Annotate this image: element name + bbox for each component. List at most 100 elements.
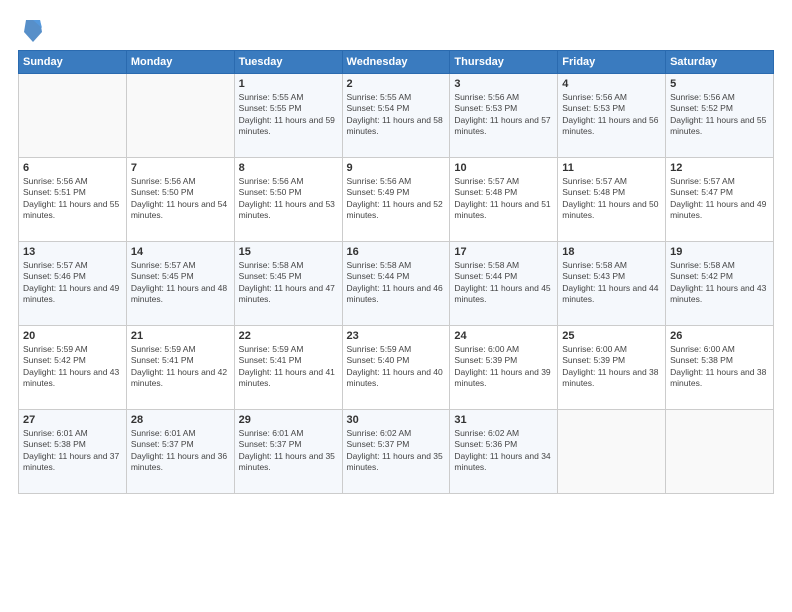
day-cell: 8Sunrise: 5:56 AMSunset: 5:50 PMDaylight… (234, 158, 342, 242)
day-number: 31 (454, 414, 553, 426)
day-info: Sunrise: 5:56 AMSunset: 5:50 PMDaylight:… (131, 176, 230, 222)
day-number: 11 (562, 162, 661, 174)
weekday-header-saturday: Saturday (666, 51, 774, 74)
day-info: Sunrise: 5:57 AMSunset: 5:46 PMDaylight:… (23, 260, 122, 306)
day-cell: 20 Sunrise: 5:59 AMSunset: 5:42 PMDayligh… (19, 326, 127, 410)
day-number: 4 (562, 78, 661, 90)
day-number: 12 (670, 162, 769, 174)
day-number: 8 (239, 162, 338, 174)
day-cell: 26 Sunrise: 6:00 AMSunset: 5:38 PMDayligh… (666, 326, 774, 410)
day-info: Sunrise: 6:00 AMSunset: 5:39 PMDaylight:… (454, 344, 553, 390)
day-cell: 18 Sunrise: 5:58 AMSunset: 5:43 PMDayligh… (558, 242, 666, 326)
day-cell: 25 Sunrise: 6:00 AMSunset: 5:39 PMDayligh… (558, 326, 666, 410)
weekday-header-tuesday: Tuesday (234, 51, 342, 74)
day-cell: 27 Sunrise: 6:01 AMSunset: 5:38 PMDayligh… (19, 410, 127, 494)
logo-icon (22, 18, 42, 42)
day-info: Sunrise: 5:57 AMSunset: 5:45 PMDaylight:… (131, 260, 230, 306)
day-number: 19 (670, 246, 769, 258)
day-number: 18 (562, 246, 661, 258)
day-info: Sunrise: 5:57 AMSunset: 5:48 PMDaylight:… (454, 176, 553, 222)
day-cell: 17 Sunrise: 5:58 AMSunset: 5:44 PMDayligh… (450, 242, 558, 326)
day-cell: 10 Sunrise: 5:57 AMSunset: 5:48 PMDayligh… (450, 158, 558, 242)
calendar-table: SundayMondayTuesdayWednesdayThursdayFrid… (18, 50, 774, 494)
day-number: 24 (454, 330, 553, 342)
day-cell: 9Sunrise: 5:56 AMSunset: 5:49 PMDaylight… (342, 158, 450, 242)
weekday-header-friday: Friday (558, 51, 666, 74)
week-row-2: 6 Sunrise: 5:56 AMSunset: 5:51 PMDaylight… (19, 158, 774, 242)
day-number: 5 (670, 78, 769, 90)
day-cell: 7 Sunrise: 5:56 AMSunset: 5:50 PMDaylight… (126, 158, 234, 242)
logo (18, 18, 42, 42)
day-cell: 2 Sunrise: 5:55 AMSunset: 5:54 PMDaylight… (342, 74, 450, 158)
day-cell: 22Sunrise: 5:59 AMSunset: 5:41 PMDayligh… (234, 326, 342, 410)
header (18, 18, 774, 42)
week-row-3: 13 Sunrise: 5:57 AMSunset: 5:46 PMDayligh… (19, 242, 774, 326)
day-number: 14 (131, 246, 230, 258)
day-info: Sunrise: 5:56 AMSunset: 5:53 PMDaylight:… (562, 92, 661, 138)
day-cell: 1Sunrise: 5:55 AMSunset: 5:55 PMDaylight… (234, 74, 342, 158)
weekday-header-monday: Monday (126, 51, 234, 74)
day-info: Sunrise: 5:58 AMSunset: 5:42 PMDaylight:… (670, 260, 769, 306)
day-cell: 31 Sunrise: 6:02 AMSunset: 5:36 PMDayligh… (450, 410, 558, 494)
day-cell: 4 Sunrise: 5:56 AMSunset: 5:53 PMDaylight… (558, 74, 666, 158)
day-number: 13 (23, 246, 122, 258)
weekday-row: SundayMondayTuesdayWednesdayThursdayFrid… (19, 51, 774, 74)
day-cell: 3 Sunrise: 5:56 AMSunset: 5:53 PMDaylight… (450, 74, 558, 158)
week-row-4: 20 Sunrise: 5:59 AMSunset: 5:42 PMDayligh… (19, 326, 774, 410)
day-info: Sunrise: 5:56 AMSunset: 5:52 PMDaylight:… (670, 92, 769, 138)
day-cell (558, 410, 666, 494)
day-info: Sunrise: 5:58 AMSunset: 5:45 PMDaylight:… (239, 260, 338, 306)
day-info: Sunrise: 5:56 AMSunset: 5:49 PMDaylight:… (347, 176, 446, 222)
weekday-header-wednesday: Wednesday (342, 51, 450, 74)
day-number: 2 (347, 78, 446, 90)
day-info: Sunrise: 6:02 AMSunset: 5:36 PMDaylight:… (454, 428, 553, 474)
day-cell: 14 Sunrise: 5:57 AMSunset: 5:45 PMDayligh… (126, 242, 234, 326)
day-number: 26 (670, 330, 769, 342)
day-info: Sunrise: 5:55 AMSunset: 5:54 PMDaylight:… (347, 92, 446, 138)
day-info: Sunrise: 5:56 AMSunset: 5:53 PMDaylight:… (454, 92, 553, 138)
day-number: 16 (347, 246, 446, 258)
day-cell: 19 Sunrise: 5:58 AMSunset: 5:42 PMDayligh… (666, 242, 774, 326)
day-cell: 15 Sunrise: 5:58 AMSunset: 5:45 PMDayligh… (234, 242, 342, 326)
day-number: 7 (131, 162, 230, 174)
week-row-1: 1Sunrise: 5:55 AMSunset: 5:55 PMDaylight… (19, 74, 774, 158)
day-info: Sunrise: 5:59 AMSunset: 5:41 PMDaylight:… (239, 344, 338, 390)
day-number: 6 (23, 162, 122, 174)
day-info: Sunrise: 5:59 AMSunset: 5:41 PMDaylight:… (131, 344, 230, 390)
day-info: Sunrise: 6:01 AMSunset: 5:38 PMDaylight:… (23, 428, 122, 474)
day-cell: 5 Sunrise: 5:56 AMSunset: 5:52 PMDaylight… (666, 74, 774, 158)
day-cell: 28 Sunrise: 6:01 AMSunset: 5:37 PMDayligh… (126, 410, 234, 494)
day-cell: 30Sunrise: 6:02 AMSunset: 5:37 PMDayligh… (342, 410, 450, 494)
day-cell: 11 Sunrise: 5:57 AMSunset: 5:48 PMDayligh… (558, 158, 666, 242)
day-cell: 23 Sunrise: 5:59 AMSunset: 5:40 PMDayligh… (342, 326, 450, 410)
day-cell: 6 Sunrise: 5:56 AMSunset: 5:51 PMDaylight… (19, 158, 127, 242)
day-number: 3 (454, 78, 553, 90)
day-info: Sunrise: 6:00 AMSunset: 5:39 PMDaylight:… (562, 344, 661, 390)
day-number: 21 (131, 330, 230, 342)
day-number: 28 (131, 414, 230, 426)
day-cell: 21 Sunrise: 5:59 AMSunset: 5:41 PMDayligh… (126, 326, 234, 410)
day-number: 29 (239, 414, 338, 426)
day-cell (126, 74, 234, 158)
day-info: Sunrise: 5:59 AMSunset: 5:40 PMDaylight:… (347, 344, 446, 390)
day-cell (666, 410, 774, 494)
day-info: Sunrise: 6:00 AMSunset: 5:38 PMDaylight:… (670, 344, 769, 390)
day-info: Sunrise: 5:58 AMSunset: 5:43 PMDaylight:… (562, 260, 661, 306)
day-number: 1 (239, 78, 338, 90)
day-number: 15 (239, 246, 338, 258)
day-number: 25 (562, 330, 661, 342)
day-number: 23 (347, 330, 446, 342)
day-cell: 29Sunrise: 6:01 AMSunset: 5:37 PMDayligh… (234, 410, 342, 494)
day-number: 20 (23, 330, 122, 342)
day-number: 10 (454, 162, 553, 174)
weekday-header-sunday: Sunday (19, 51, 127, 74)
day-info: Sunrise: 5:57 AMSunset: 5:48 PMDaylight:… (562, 176, 661, 222)
calendar-page: SundayMondayTuesdayWednesdayThursdayFrid… (0, 0, 792, 612)
day-info: Sunrise: 6:01 AMSunset: 5:37 PMDaylight:… (131, 428, 230, 474)
day-info: Sunrise: 5:56 AMSunset: 5:51 PMDaylight:… (23, 176, 122, 222)
day-number: 27 (23, 414, 122, 426)
day-cell (19, 74, 127, 158)
day-number: 17 (454, 246, 553, 258)
day-info: Sunrise: 5:59 AMSunset: 5:42 PMDaylight:… (23, 344, 122, 390)
day-info: Sunrise: 5:58 AMSunset: 5:44 PMDaylight:… (454, 260, 553, 306)
